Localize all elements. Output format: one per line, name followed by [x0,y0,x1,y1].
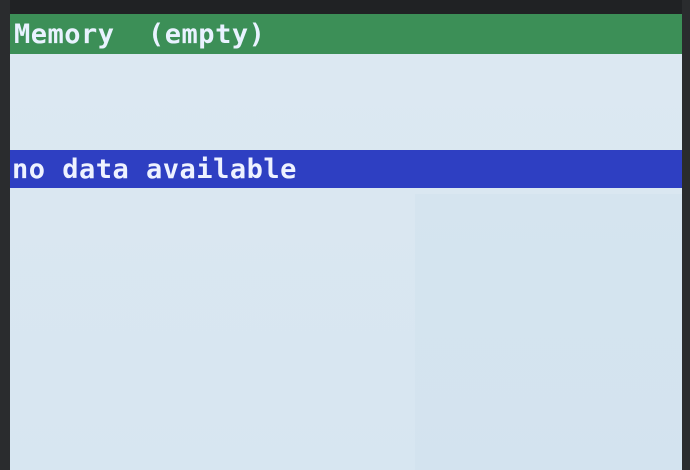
list-item-label: no data available [12,153,297,185]
list-item-selected[interactable]: no data available [10,150,682,188]
memory-list[interactable]: no data available [10,54,682,470]
device-bezel-top [0,0,690,14]
title-bar: Memory (empty) [10,14,682,54]
lcd-screen: Memory (empty) no data available [10,14,682,470]
device-bezel-left [0,0,10,470]
device-bezel-right [682,0,690,470]
screen-title: Memory (empty) [14,18,266,50]
